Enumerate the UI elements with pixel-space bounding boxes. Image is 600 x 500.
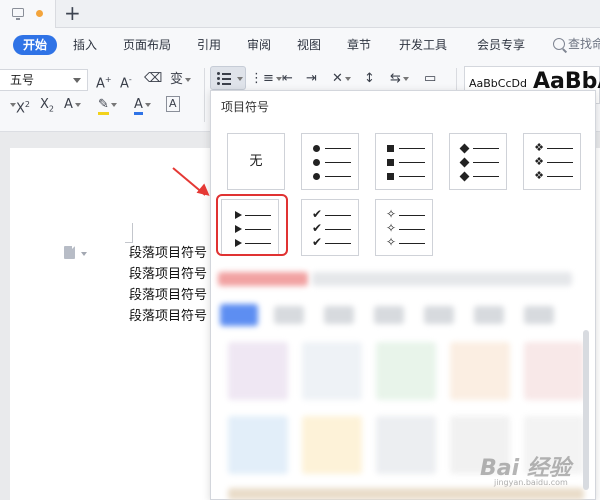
check-bullet-icon: ✔ xyxy=(312,221,323,235)
clear-format-icon[interactable]: ⌫ xyxy=(144,70,162,88)
bullet-option-none[interactable]: 无 xyxy=(227,133,285,190)
menu-bar: 开始 插入 页面布局 引用 审阅 视图 章节 开发工具 会员专享 xyxy=(0,28,600,62)
diamond-bullet-icon xyxy=(459,143,470,154)
selection-highlight-frame xyxy=(216,194,288,256)
diamond-bullet-icon xyxy=(459,171,470,182)
shrink-font-icon[interactable]: A- xyxy=(120,71,132,93)
menu-home[interactable]: 开始 xyxy=(13,35,58,55)
paragraph-handle-icon[interactable] xyxy=(64,245,76,259)
ribbon-divider xyxy=(204,68,205,122)
search-icon[interactable] xyxy=(553,38,565,50)
document-tab[interactable] xyxy=(0,0,56,28)
circle-bullet-icon xyxy=(313,145,320,152)
bullet-option-square[interactable] xyxy=(375,133,433,190)
grow-font-icon[interactable]: A+ xyxy=(96,71,112,93)
subscript-icon[interactable]: X2 xyxy=(40,96,54,119)
highlight-icon[interactable]: ✎ xyxy=(98,96,117,115)
style-preview-normal[interactable]: AaBbCcDd xyxy=(469,77,527,90)
bullet-option-check[interactable]: ✔ ✔ ✔ xyxy=(301,199,359,256)
phonetic-icon[interactable]: 变 xyxy=(170,71,192,89)
menu-chapter[interactable]: 章节 xyxy=(347,35,371,55)
show-marks-icon[interactable]: ▭ xyxy=(424,70,436,88)
font-effects-icon[interactable]: A xyxy=(64,96,81,114)
font-size-value: 五号 xyxy=(10,73,35,87)
paragraph-2[interactable]: 段落项目符号 xyxy=(129,265,207,285)
circle-bullet-icon xyxy=(313,173,320,180)
menu-member[interactable]: 会员专享 xyxy=(477,35,525,55)
star-bullet-icon: ✧ xyxy=(386,207,397,221)
square-bullet-icon xyxy=(387,173,394,180)
bullet-option-diamond-cluster[interactable]: ❖ ❖ ❖ xyxy=(523,133,581,190)
diamond-cluster-icon: ❖ xyxy=(534,155,544,168)
text-effect-icon[interactable] xyxy=(8,96,16,114)
watermark: Bai 经验 jingyan.baidu.com xyxy=(450,438,600,488)
paragraph-1[interactable]: 段落项目符号 xyxy=(129,244,207,264)
menu-view[interactable]: 视图 xyxy=(297,35,321,55)
star-bullet-icon: ✧ xyxy=(386,235,397,249)
paragraph-3[interactable]: 段落项目符号 xyxy=(129,286,207,306)
menu-developer[interactable]: 开发工具 xyxy=(399,35,447,55)
paragraph-4[interactable]: 段落项目符号 xyxy=(129,307,207,327)
tab-strip: + xyxy=(0,0,600,28)
bullet-option-diamond[interactable] xyxy=(449,133,507,190)
panel-title: 项目符号 xyxy=(221,100,270,114)
char-border-icon[interactable]: A xyxy=(166,96,180,112)
unsaved-dot-icon xyxy=(36,10,43,17)
watermark-subtext: jingyan.baidu.com xyxy=(494,478,568,487)
check-bullet-icon: ✔ xyxy=(312,235,323,249)
menu-references[interactable]: 引用 xyxy=(197,35,221,55)
numbered-list-icon[interactable]: ⋮≡ xyxy=(250,70,282,88)
font-size-select[interactable]: 五号 xyxy=(0,69,88,91)
diamond-cluster-icon: ❖ xyxy=(534,141,544,154)
chevron-down-icon xyxy=(73,78,81,83)
menu-review[interactable]: 审阅 xyxy=(247,35,271,55)
font-color-icon[interactable]: A xyxy=(134,96,151,115)
bullet-option-circle[interactable] xyxy=(301,133,359,190)
star-bullet-icon: ✧ xyxy=(386,221,397,235)
chinese-layout-icon[interactable]: ✕ xyxy=(332,70,351,88)
decrease-indent-icon[interactable]: ⇤ xyxy=(282,70,293,88)
chevron-down-icon[interactable] xyxy=(81,252,87,256)
menu-insert[interactable]: 插入 xyxy=(73,35,97,55)
square-bullet-icon xyxy=(387,145,394,152)
diamond-bullet-icon xyxy=(459,157,470,168)
search-label[interactable]: 查找命 xyxy=(568,35,600,52)
check-bullet-icon: ✔ xyxy=(312,207,323,221)
superscript-icon[interactable]: X2 xyxy=(16,96,30,118)
new-tab-icon[interactable]: + xyxy=(64,1,81,25)
menu-page-layout[interactable]: 页面布局 xyxy=(123,35,171,55)
increase-indent-icon[interactable]: ⇥ xyxy=(306,70,317,88)
bullet-option-star[interactable]: ✧ ✧ ✧ xyxy=(375,199,433,256)
margin-mark xyxy=(125,223,133,243)
bullet-list-icon xyxy=(217,72,231,86)
circle-bullet-icon xyxy=(313,159,320,166)
square-bullet-icon xyxy=(387,159,394,166)
sort-icon[interactable]: ↕ xyxy=(364,70,375,88)
monitor-icon xyxy=(12,8,24,20)
diamond-cluster-icon: ❖ xyxy=(534,169,544,182)
line-spacing-icon[interactable]: ⇆ xyxy=(390,70,409,88)
bullet-list-button[interactable] xyxy=(210,66,246,90)
